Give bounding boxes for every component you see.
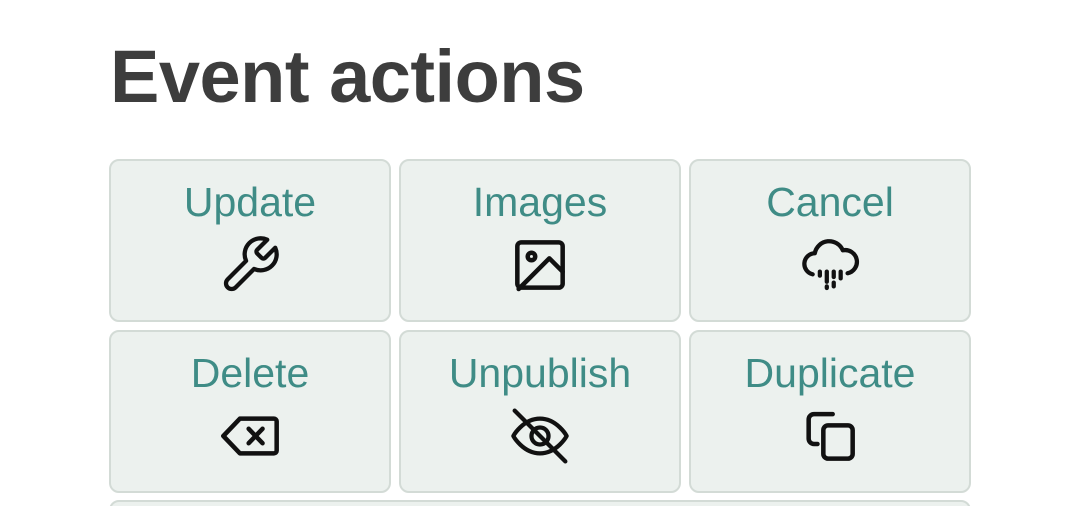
images-button-label: Images [472, 179, 608, 225]
image-icon [508, 233, 572, 297]
update-button[interactable]: Update [109, 159, 391, 322]
delete-button[interactable]: Delete [109, 330, 391, 493]
event-actions-page: Event actions Update Images Cancel Delet… [0, 0, 1072, 506]
cancel-button-label: Cancel [766, 179, 894, 225]
page-title: Event actions [110, 35, 585, 118]
cancel-button[interactable]: Cancel [689, 159, 971, 322]
next-action-tile-partial[interactable] [109, 500, 971, 506]
images-button[interactable]: Images [399, 159, 681, 322]
wrench-icon [218, 233, 282, 297]
unpublish-button-label: Unpublish [448, 350, 632, 396]
update-button-label: Update [183, 179, 317, 225]
eye-slash-icon [508, 404, 572, 468]
backspace-icon [218, 404, 282, 468]
actions-grid: Update Images Cancel Delete Unpublish Du… [109, 159, 971, 493]
unpublish-button[interactable]: Unpublish [399, 330, 681, 493]
cloud-rain-icon [798, 233, 862, 297]
copy-icon [798, 404, 862, 468]
delete-button-label: Delete [190, 350, 310, 396]
duplicate-button[interactable]: Duplicate [689, 330, 971, 493]
duplicate-button-label: Duplicate [744, 350, 916, 396]
